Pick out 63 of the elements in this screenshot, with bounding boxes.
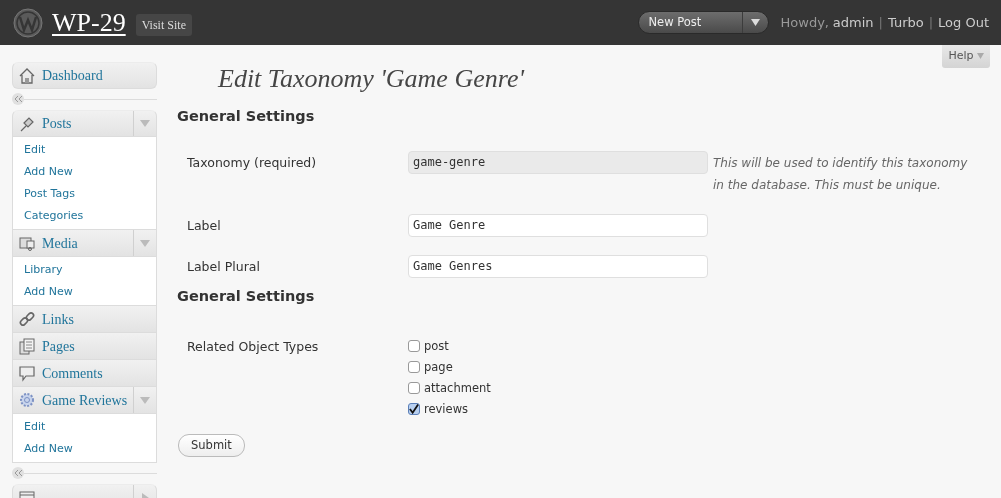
new-post-button[interactable]: New Post [638, 12, 743, 33]
text-input[interactable]: game-genre [408, 150, 708, 174]
menu-label: Dashboard [42, 67, 103, 85]
menu-label: Comments [42, 364, 103, 383]
menu-item[interactable]: Comments [12, 360, 157, 387]
text-input[interactable]: Game Genres [408, 254, 708, 278]
menu-label: Pages [42, 337, 75, 356]
submenu-link[interactable]: Library [13, 260, 156, 282]
wordpress-logo-icon [13, 7, 43, 38]
checkbox[interactable] [408, 382, 420, 395]
pages-icon [18, 337, 36, 355]
separator-text: | [928, 13, 934, 32]
chain-link-icon [18, 310, 36, 328]
collapse-menu-button[interactable] [12, 93, 24, 105]
submenu-link[interactable]: Add New [13, 439, 156, 461]
checkbox[interactable] [408, 340, 420, 353]
submenu-link[interactable]: Add New [13, 282, 156, 304]
visit-site-button[interactable]: Visit Site [135, 14, 192, 36]
checkbox[interactable] [408, 361, 420, 374]
checkbox-label: post [424, 337, 449, 355]
gear-icon [18, 391, 36, 409]
menu-item[interactable]: Pages [12, 333, 157, 360]
menu-item[interactable]: Links [12, 306, 157, 333]
submenu-link[interactable]: Add New [13, 162, 156, 184]
field-label: Label Plural [187, 257, 261, 276]
speech-bubble-icon [18, 364, 36, 382]
menu-item[interactable]: Posts [12, 110, 157, 137]
menu-label: Media [42, 234, 78, 253]
site-title-link[interactable]: WP-29 [52, 9, 126, 36]
new-post-dropdown[interactable]: New Post [637, 11, 769, 34]
menu-item[interactable]: Dashboard [12, 62, 157, 89]
submit-button[interactable]: Submit [178, 433, 245, 458]
separator-text: | [878, 13, 883, 32]
field-label: Taxonomy (required) [187, 153, 318, 172]
submenu-link[interactable]: Categories [13, 206, 156, 228]
section-heading: General Settings [177, 108, 316, 126]
house-icon [18, 66, 36, 85]
camera-film-icon [18, 234, 36, 252]
caret-icon [977, 53, 984, 59]
header-link[interactable]: Turbo [887, 12, 924, 33]
checkbox-label: attachment [424, 379, 491, 397]
menu-label: Links [42, 310, 74, 329]
user-link[interactable]: admin [832, 12, 874, 33]
menu-item[interactable]: Media [12, 230, 157, 257]
header-link[interactable]: Log Out [938, 12, 989, 33]
checkbox[interactable] [408, 403, 420, 416]
checkbox-label: page [424, 358, 453, 376]
field-label: Related Object Types [187, 337, 320, 356]
field-description: This will be used to identify this taxonomy in the database. This must be unique. [713, 154, 969, 194]
menu-item[interactable]: Game Reviews [12, 387, 157, 414]
help-tab[interactable]: Help [942, 45, 990, 68]
submenu-link[interactable]: Post Tags [13, 184, 156, 206]
collapse-menu-button[interactable] [12, 467, 24, 479]
menu-label: Posts [42, 115, 72, 133]
page-title: Edit Taxonomy 'Game Genre' [218, 63, 526, 95]
text-input[interactable]: Game Genre [408, 213, 708, 237]
greeting-text: Howdy, [780, 13, 829, 32]
submenu-link[interactable]: Edit [13, 140, 156, 162]
submenu-link[interactable]: Edit [13, 417, 156, 439]
checkbox-label: reviews [424, 400, 469, 418]
section-heading: General Settings [177, 287, 316, 305]
menu-label: Game Reviews [42, 391, 128, 410]
field-label: Label [187, 216, 222, 235]
